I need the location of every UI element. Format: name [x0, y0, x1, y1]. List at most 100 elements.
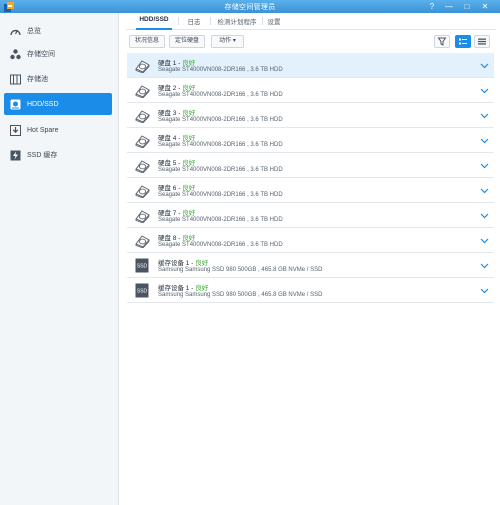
drive-model: Samsung Samsung SSD 980 500GB [158, 292, 257, 298]
drive-capacity: 3.6 TB HDD [250, 92, 283, 98]
sidebar-item-overview[interactable]: 总览 [4, 20, 112, 42]
chevron-down-icon[interactable] [480, 261, 489, 270]
health-info-button[interactable]: 状况信息 [129, 35, 165, 48]
hdd-icon [135, 160, 150, 173]
tab-settings[interactable]: 设置 [264, 16, 284, 28]
chevron-down-icon[interactable] [480, 61, 489, 70]
drive-details: Seagate ST4000VN008-2DR166 , 3.6 TB HDD [158, 92, 283, 98]
sidebar: 总览 存储空间 存储池 HDD/SSD Hot Spare SSD 缓存 [0, 13, 119, 505]
tab-hdd-ssd[interactable]: HDD/SSD [136, 16, 172, 30]
drive-status: 良好 [182, 235, 196, 242]
title-bar: 存储空间管理员 ? — □ ✕ [0, 0, 500, 13]
drive-row[interactable]: 硬盘 1 - 良好 Seagate ST4000VN008-2DR166 , 3… [127, 53, 494, 78]
drive-name: 硬盘 6 [158, 185, 177, 192]
drive-row[interactable]: 硬盘 2 - 良好 Seagate ST4000VN008-2DR166 , 3… [127, 78, 494, 103]
chevron-down-icon[interactable] [480, 161, 489, 170]
drive-title: 硬盘 4 - 良好 [158, 135, 196, 142]
minimize-button[interactable]: — [443, 1, 455, 12]
sidebar-item-label: 存储空间 [27, 51, 55, 58]
hdd-icon [135, 210, 150, 223]
action-dropdown-button[interactable]: 动作 ▾ [211, 35, 244, 48]
close-button[interactable]: ✕ [479, 1, 491, 12]
drive-model: Seagate ST4000VN008-2DR166 [158, 142, 246, 148]
ssd-icon: SSD [135, 283, 149, 298]
drive-details: Seagate ST4000VN008-2DR166 , 3.6 TB HDD [158, 242, 283, 248]
drive-details: Seagate ST4000VN008-2DR166 , 3.6 TB HDD [158, 142, 283, 148]
drive-details: Seagate ST4000VN008-2DR166 , 3.6 TB HDD [158, 192, 283, 198]
chevron-down-icon[interactable] [480, 286, 489, 295]
cache-device-row[interactable]: SSD 缓存设备 1 - 良好 Samsung Samsung SSD 980 … [127, 253, 494, 278]
drive-name: 硬盘 3 [158, 110, 177, 117]
tab-log[interactable]: 日志 [182, 16, 206, 28]
drive-row[interactable]: 硬盘 3 - 良好 Seagate ST4000VN008-2DR166 , 3… [127, 103, 494, 128]
drive-status: 良好 [182, 60, 196, 67]
cache-device-row[interactable]: SSD 缓存设备 1 - 良好 Samsung Samsung SSD 980 … [127, 278, 494, 303]
sidebar-item-ssd-cache[interactable]: SSD 缓存 [4, 144, 112, 166]
sidebar-item-hdd-ssd[interactable]: HDD/SSD [4, 93, 112, 115]
chevron-down-icon[interactable] [480, 186, 489, 195]
ssd-badge-text: SSD [137, 264, 148, 270]
drive-model: Seagate ST4000VN008-2DR166 [158, 192, 246, 198]
sidebar-item-label: HDD/SSD [27, 100, 59, 108]
drive-name: 缓存设备 1 [158, 285, 190, 292]
drive-name: 硬盘 8 [158, 235, 177, 242]
sidebar-item-label: Hot Spare [27, 126, 59, 134]
sidebar-item-label: SSD 缓存 [27, 152, 58, 159]
drive-row[interactable]: 硬盘 6 - 良好 Seagate ST4000VN008-2DR166 , 3… [127, 178, 494, 203]
hot-spare-icon [10, 124, 21, 136]
filter-button[interactable] [434, 35, 450, 48]
drive-row[interactable]: 硬盘 4 - 良好 Seagate ST4000VN008-2DR166 , 3… [127, 128, 494, 153]
chevron-down-icon[interactable] [480, 236, 489, 245]
drive-status: 良好 [182, 85, 196, 92]
drive-row[interactable]: 硬盘 5 - 良好 Seagate ST4000VN008-2DR166 , 3… [127, 153, 494, 178]
ssd-cache-icon [10, 150, 21, 160]
drive-list: 硬盘 1 - 良好 Seagate ST4000VN008-2DR166 , 3… [127, 53, 494, 303]
locate-drive-button[interactable]: 定位硬盘 [169, 35, 205, 48]
tab-divider [210, 17, 211, 25]
hdd-icon [135, 185, 150, 198]
drive-details: Seagate ST4000VN008-2DR166 , 3.6 TB HDD [158, 217, 283, 223]
drive-status: 良好 [182, 160, 196, 167]
maximize-button[interactable]: □ [461, 1, 473, 12]
drive-status: 良好 [182, 135, 196, 142]
drive-capacity: 3.6 TB HDD [250, 167, 283, 173]
drive-title: 硬盘 7 - 良好 [158, 210, 196, 217]
drive-model: Seagate ST4000VN008-2DR166 [158, 67, 246, 73]
drive-capacity: 3.6 TB HDD [250, 217, 283, 223]
drive-name: 硬盘 2 [158, 85, 177, 92]
compact-list-icon [478, 38, 486, 45]
compact-view-button[interactable] [474, 35, 490, 48]
drive-details: Seagate ST4000VN008-2DR166 , 3.6 TB HDD [158, 117, 283, 123]
list-view-button[interactable] [455, 35, 471, 48]
hdd-icon [135, 85, 150, 98]
chevron-down-icon[interactable] [480, 211, 489, 220]
drive-details: Seagate ST4000VN008-2DR166 , 3.6 TB HDD [158, 67, 283, 73]
window-title: 存储空间管理员 [224, 4, 276, 11]
drive-row[interactable]: 硬盘 7 - 良好 Seagate ST4000VN008-2DR166 , 3… [127, 203, 494, 228]
drive-model: Seagate ST4000VN008-2DR166 [158, 217, 246, 223]
ssd-badge-text: SSD [137, 289, 148, 295]
drive-row[interactable]: 硬盘 8 - 良好 Seagate ST4000VN008-2DR166 , 3… [127, 228, 494, 253]
sidebar-item-storage-pool[interactable]: 存储池 [4, 68, 112, 90]
list-view-icon [459, 38, 467, 45]
drive-name: 硬盘 4 [158, 135, 177, 142]
filter-icon [437, 37, 447, 46]
chevron-down-icon[interactable] [480, 136, 489, 145]
tab-test-scheduler[interactable]: 检测计划程序 [214, 16, 260, 28]
drive-details: Samsung Samsung SSD 980 500GB , 465.8 GB… [158, 267, 323, 273]
sidebar-item-storage-space[interactable]: 存储空间 [4, 43, 112, 65]
sidebar-item-label: 存储池 [27, 76, 48, 83]
sidebar-item-hot-spare[interactable]: Hot Spare [4, 119, 112, 141]
drive-title: 硬盘 5 - 良好 [158, 160, 196, 167]
drive-name: 缓存设备 1 [158, 260, 190, 267]
drive-title: 缓存设备 1 - 良好 [158, 285, 209, 292]
chevron-down-icon[interactable] [480, 86, 489, 95]
hdd-icon [135, 235, 150, 248]
help-button[interactable]: ? [426, 1, 438, 12]
chevron-down-icon[interactable] [480, 111, 489, 120]
drive-details: Seagate ST4000VN008-2DR166 , 3.6 TB HDD [158, 167, 283, 173]
drive-capacity: 3.6 TB HDD [250, 192, 283, 198]
drive-model: Seagate ST4000VN008-2DR166 [158, 167, 246, 173]
drive-title: 硬盘 1 - 良好 [158, 60, 196, 67]
sidebar-item-label: 总览 [27, 28, 41, 35]
